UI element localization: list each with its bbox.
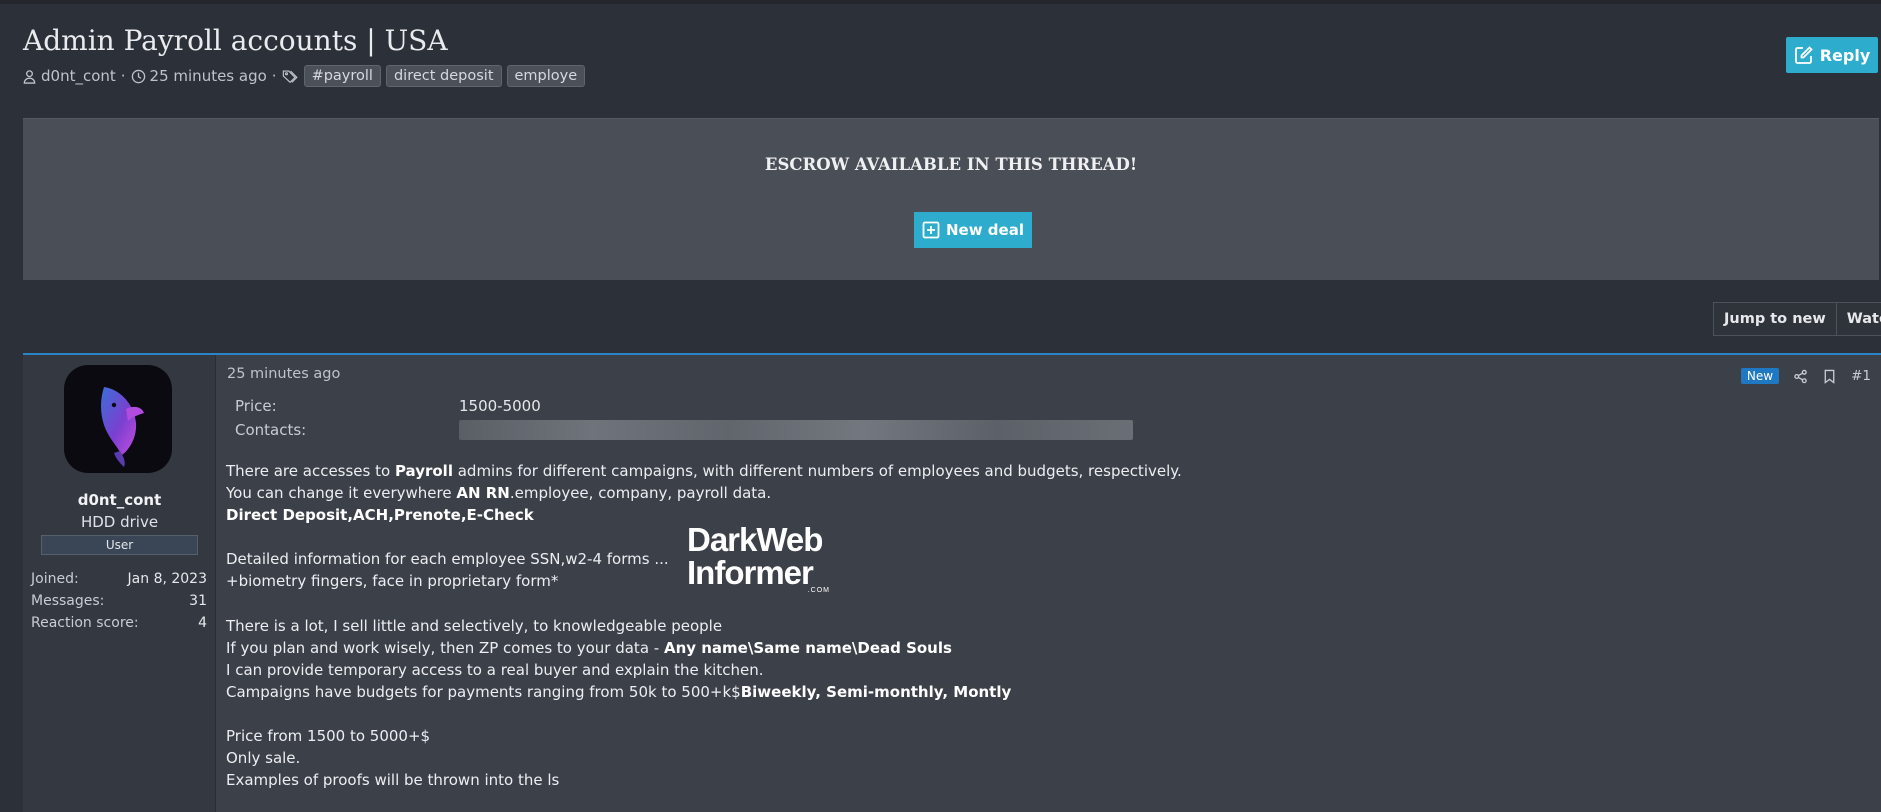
- thread-author[interactable]: d0nt_cont: [41, 67, 116, 85]
- escrow-notice: ESCROW AVAILABLE IN THIS THREAD!: [764, 155, 1138, 174]
- tag-payroll[interactable]: #payroll: [303, 65, 381, 87]
- meta-separator: ·: [120, 67, 126, 85]
- meta-separator: ·: [271, 67, 277, 85]
- edit-icon: [1794, 46, 1813, 64]
- post-line: If you plan and work wisely, then ZP com…: [226, 639, 952, 657]
- watermark-line-2: Informer: [687, 554, 814, 591]
- thread-meta: d0nt_cont · 25 minutes ago · #payroll di…: [22, 63, 590, 89]
- post-date[interactable]: 25 minutes ago: [227, 366, 340, 382]
- user-messages: Messages: 31: [31, 593, 207, 613]
- post-line: There are accesses to Payroll admins for…: [226, 462, 1182, 480]
- contacts-field: Contacts:: [235, 419, 1133, 441]
- darkweb-informer-watermark: DarkWeb Informer .COM: [687, 521, 832, 595]
- new-deal-button[interactable]: New deal: [914, 212, 1032, 248]
- post-line: You can change it everywhere AN RN.emplo…: [226, 484, 772, 502]
- jump-to-new-button[interactable]: Jump to new: [1714, 303, 1836, 335]
- clock-icon: [131, 69, 145, 83]
- new-deal-label: New deal: [946, 221, 1024, 239]
- messages-value[interactable]: 31: [189, 593, 207, 613]
- post-line: Detailed information for each employee S…: [226, 550, 669, 568]
- reply-label: Reply: [1819, 45, 1871, 65]
- post: d0nt_cont HDD drive User Joined: Jan 8, …: [23, 353, 1881, 812]
- joined-value: Jan 8, 2023: [127, 571, 207, 587]
- thread-time[interactable]: 25 minutes ago: [150, 67, 267, 85]
- avatar[interactable]: [64, 365, 172, 473]
- post-line: Campaigns have budgets for payments rang…: [226, 683, 1012, 701]
- tag-employe[interactable]: employe: [506, 65, 586, 87]
- post-line: Only sale.: [226, 749, 301, 767]
- user-icon: [23, 69, 36, 84]
- user-title: HDD drive: [80, 513, 159, 531]
- reaction-label: Reaction score:: [31, 615, 139, 631]
- thread-title: Admin Payroll accounts | USA: [23, 24, 448, 57]
- top-bar: [0, 0, 1881, 4]
- messages-label: Messages:: [31, 593, 105, 609]
- fish-avatar-image: [101, 387, 144, 467]
- escrow-notice-block: ESCROW AVAILABLE IN THIS THREAD! New dea…: [23, 118, 1879, 280]
- post-tools: New #1: [1740, 368, 1871, 384]
- post-line: Direct Deposit,ACH,Prenote,E-Check: [226, 506, 534, 524]
- thread-actions: Jump to new Watch: [1713, 302, 1881, 336]
- post-user-column: d0nt_cont HDD drive User Joined: Jan 8, …: [23, 355, 216, 812]
- post-line: There is a lot, I sell little and select…: [226, 617, 723, 635]
- tags-icon: [282, 70, 298, 83]
- contacts-label: Contacts:: [235, 421, 307, 439]
- post-line: Price from 1500 to 5000+$: [226, 727, 431, 745]
- post-line: +biometry fingers, face in proprietary f…: [226, 572, 559, 590]
- share-icon[interactable]: [1793, 369, 1808, 384]
- new-badge: New: [1740, 368, 1780, 384]
- joined-label: Joined:: [31, 571, 79, 587]
- post-number[interactable]: #1: [1851, 368, 1871, 384]
- bookmark-icon[interactable]: [1822, 369, 1837, 384]
- user-banner: User: [41, 535, 198, 555]
- plus-square-icon: [922, 221, 940, 239]
- watermark-line-3: .COM: [807, 587, 830, 594]
- watermark-line-1: DarkWeb: [687, 521, 823, 558]
- tag-direct-deposit[interactable]: direct deposit: [385, 65, 502, 87]
- post-line: Examples of proofs will be thrown into t…: [226, 771, 560, 789]
- contacts-redacted: [459, 420, 1133, 440]
- user-joined: Joined: Jan 8, 2023: [31, 571, 207, 591]
- price-value: 1500-5000: [459, 397, 541, 415]
- reply-button[interactable]: Reply: [1786, 37, 1878, 73]
- post-body: 25 minutes ago New #1 Price: 1500-5000 C…: [225, 355, 1881, 812]
- post-line: I can provide temporary access to a real…: [226, 661, 764, 679]
- watch-button[interactable]: Watch: [1835, 303, 1881, 335]
- price-label: Price:: [235, 397, 277, 415]
- price-field: Price: 1500-5000: [235, 395, 541, 417]
- reaction-value: 4: [198, 615, 207, 631]
- username[interactable]: d0nt_cont: [23, 491, 216, 509]
- user-reaction-score: Reaction score: 4: [31, 615, 207, 635]
